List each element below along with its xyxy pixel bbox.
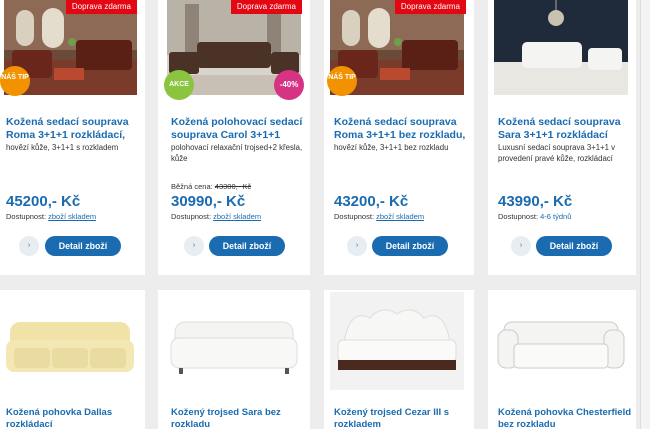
- product-price: 45200,- Kč: [6, 193, 81, 210]
- product-description: polohovací relaxační trojsed+2 křesla, k…: [171, 143, 303, 163]
- product-title[interactable]: Kožená pohovka Dallas rozkládací: [6, 407, 145, 429]
- our-tip-badge: NÁŠ TIP: [0, 66, 30, 96]
- product-title[interactable]: Kožená pohovka Chesterfield bez rozkladu: [498, 407, 636, 429]
- our-tip-badge: NÁŠ TIP: [327, 66, 357, 96]
- availability-value[interactable]: zboží skladem: [213, 212, 261, 221]
- product-image[interactable]: [494, 0, 628, 95]
- old-price-value: 43300,- Kč: [214, 182, 252, 191]
- old-price-label: Běžná cena:: [171, 182, 213, 191]
- detail-button[interactable]: Detail zboží: [45, 236, 121, 256]
- detail-button[interactable]: Detail zboží: [372, 236, 448, 256]
- arrow-icon[interactable]: ›: [511, 236, 531, 256]
- arrow-icon[interactable]: ›: [184, 236, 204, 256]
- availability-value[interactable]: zboží skladem: [48, 212, 96, 221]
- detail-button[interactable]: Detail zboží: [209, 236, 285, 256]
- product-price: 30990,- Kč: [171, 193, 246, 210]
- product-image[interactable]: [4, 300, 137, 390]
- product-title[interactable]: Kožená sedací souprava Roma 3+1+1 rozklá…: [6, 116, 145, 142]
- product-card: Doprava zdarma AKCE -40% Kožená polohova…: [158, 0, 310, 275]
- product-image[interactable]: [330, 292, 464, 390]
- free-shipping-ribbon: Doprava zdarma: [230, 0, 302, 14]
- product-card: Doprava zdarma NÁŠ TIP Kožená sedací sou…: [324, 0, 474, 275]
- product-title[interactable]: Kožený trojsed Cezar III s rozkladem: [334, 407, 474, 429]
- product-card: Kožený trojsed Sara bez rozkladu: [158, 290, 310, 429]
- product-card: Doprava zdarma NÁŠ TIP Kožená sedací sou…: [0, 0, 145, 275]
- arrow-icon[interactable]: ›: [347, 236, 367, 256]
- availability: Dostupnost: zboží skladem: [6, 212, 96, 221]
- product-grid: Doprava zdarma NÁŠ TIP Kožená sedací sou…: [0, 0, 640, 429]
- scrollbar[interactable]: [640, 0, 650, 429]
- arrow-icon[interactable]: ›: [19, 236, 39, 256]
- product-card: Kožená pohovka Dallas rozkládací: [0, 290, 145, 429]
- detail-button[interactable]: Detail zboží: [536, 236, 612, 256]
- product-image[interactable]: [167, 300, 301, 390]
- product-image[interactable]: [494, 300, 628, 390]
- product-description: Luxusní sedací souprava 3+1+1 v proveden…: [498, 143, 616, 163]
- availability-label: Dostupnost:: [498, 212, 539, 221]
- availability-label: Dostupnost:: [6, 212, 47, 221]
- product-title[interactable]: Kožená sedací souprava Roma 3+1+1 bez ro…: [334, 116, 474, 142]
- free-shipping-ribbon: Doprava zdarma: [65, 0, 137, 14]
- product-price: 43990,- Kč: [498, 193, 573, 210]
- product-title[interactable]: Kožená sedací souprava Sara 3+1+1 rozklá…: [498, 116, 636, 142]
- availability: Dostupnost: 4-6 týdnů: [498, 212, 571, 221]
- product-title[interactable]: Kožený trojsed Sara bez rozkladu: [171, 407, 310, 429]
- old-price: Běžná cena: 43300,- Kč: [171, 182, 251, 191]
- availability-label: Dostupnost:: [171, 212, 212, 221]
- discount-badge: -40%: [274, 70, 304, 100]
- product-card: Kožená sedací souprava Sara 3+1+1 rozklá…: [488, 0, 636, 275]
- product-title[interactable]: Kožená polohovací sedací souprava Carol …: [171, 116, 310, 142]
- availability: Dostupnost: zboží skladem: [171, 212, 261, 221]
- sale-badge: AKCE: [164, 70, 194, 100]
- product-description: hovězí kůže, 3+1+1 bez rozkladu: [334, 143, 449, 152]
- availability-value[interactable]: zboží skladem: [376, 212, 424, 221]
- availability-value: 4-6 týdnů: [540, 212, 572, 221]
- availability: Dostupnost: zboží skladem: [334, 212, 424, 221]
- product-description: hovězí kůže, 3+1+1 s rozkladem: [6, 143, 119, 152]
- free-shipping-ribbon: Doprava zdarma: [394, 0, 466, 14]
- product-card: Kožená pohovka Chesterfield bez rozkladu: [488, 290, 636, 429]
- product-price: 43200,- Kč: [334, 193, 409, 210]
- product-card: Kožený trojsed Cezar III s rozkladem: [324, 290, 474, 429]
- availability-label: Dostupnost:: [334, 212, 375, 221]
